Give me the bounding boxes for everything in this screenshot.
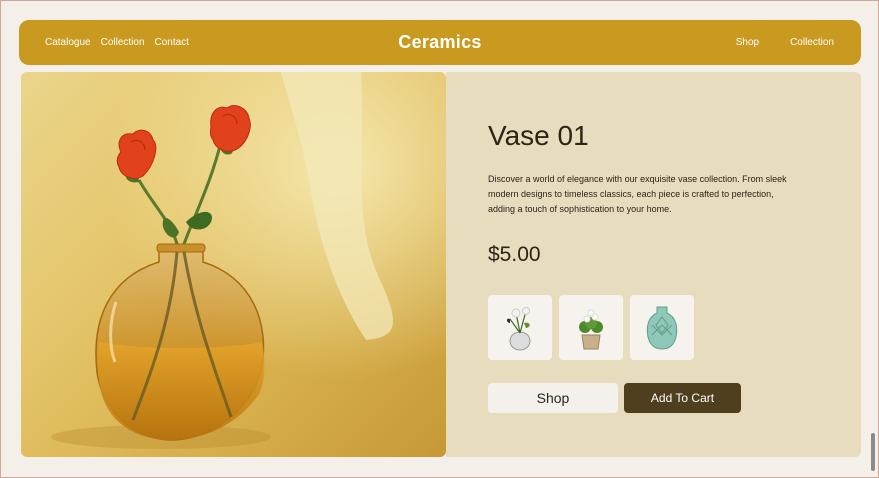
thumbnail-teal-vase[interactable] bbox=[630, 295, 694, 360]
shop-button[interactable]: Shop bbox=[488, 383, 618, 413]
top-navbar: Catalogue Collection Contact Ceramics Sh… bbox=[19, 20, 861, 65]
add-to-cart-button[interactable]: Add To Cart bbox=[624, 383, 741, 413]
product-price: $5.00 bbox=[488, 243, 541, 266]
nav-link-contact[interactable]: Contact bbox=[155, 37, 189, 48]
potted-flower-thumbnail-icon bbox=[579, 309, 603, 349]
product-hero-image bbox=[21, 72, 446, 457]
vertical-scrollbar-thumb[interactable] bbox=[871, 433, 875, 471]
nav-right-links: Shop Collection bbox=[736, 20, 834, 65]
nav-link-catalogue[interactable]: Catalogue bbox=[45, 37, 91, 48]
flower-vase-thumbnail-icon bbox=[507, 306, 531, 350]
thumbnail-flower-vase[interactable] bbox=[488, 295, 552, 360]
nav-link-shop[interactable]: Shop bbox=[736, 37, 759, 48]
product-title: Vase 01 bbox=[488, 120, 589, 151]
nav-link-collection[interactable]: Collection bbox=[101, 37, 145, 48]
nav-left-links: Catalogue Collection Contact bbox=[45, 20, 189, 65]
vase-with-roses-image bbox=[21, 72, 446, 457]
product-description: Discover a world of elegance with our ex… bbox=[488, 174, 787, 214]
product-thumbnails bbox=[488, 295, 694, 360]
product-detail-panel: Vase 01 Discover a world of elegance wit… bbox=[446, 72, 861, 457]
teal-vase-thumbnail-icon bbox=[646, 306, 678, 350]
nav-link-collection-right[interactable]: Collection bbox=[790, 37, 834, 48]
thumbnail-potted-flower[interactable] bbox=[559, 295, 623, 360]
